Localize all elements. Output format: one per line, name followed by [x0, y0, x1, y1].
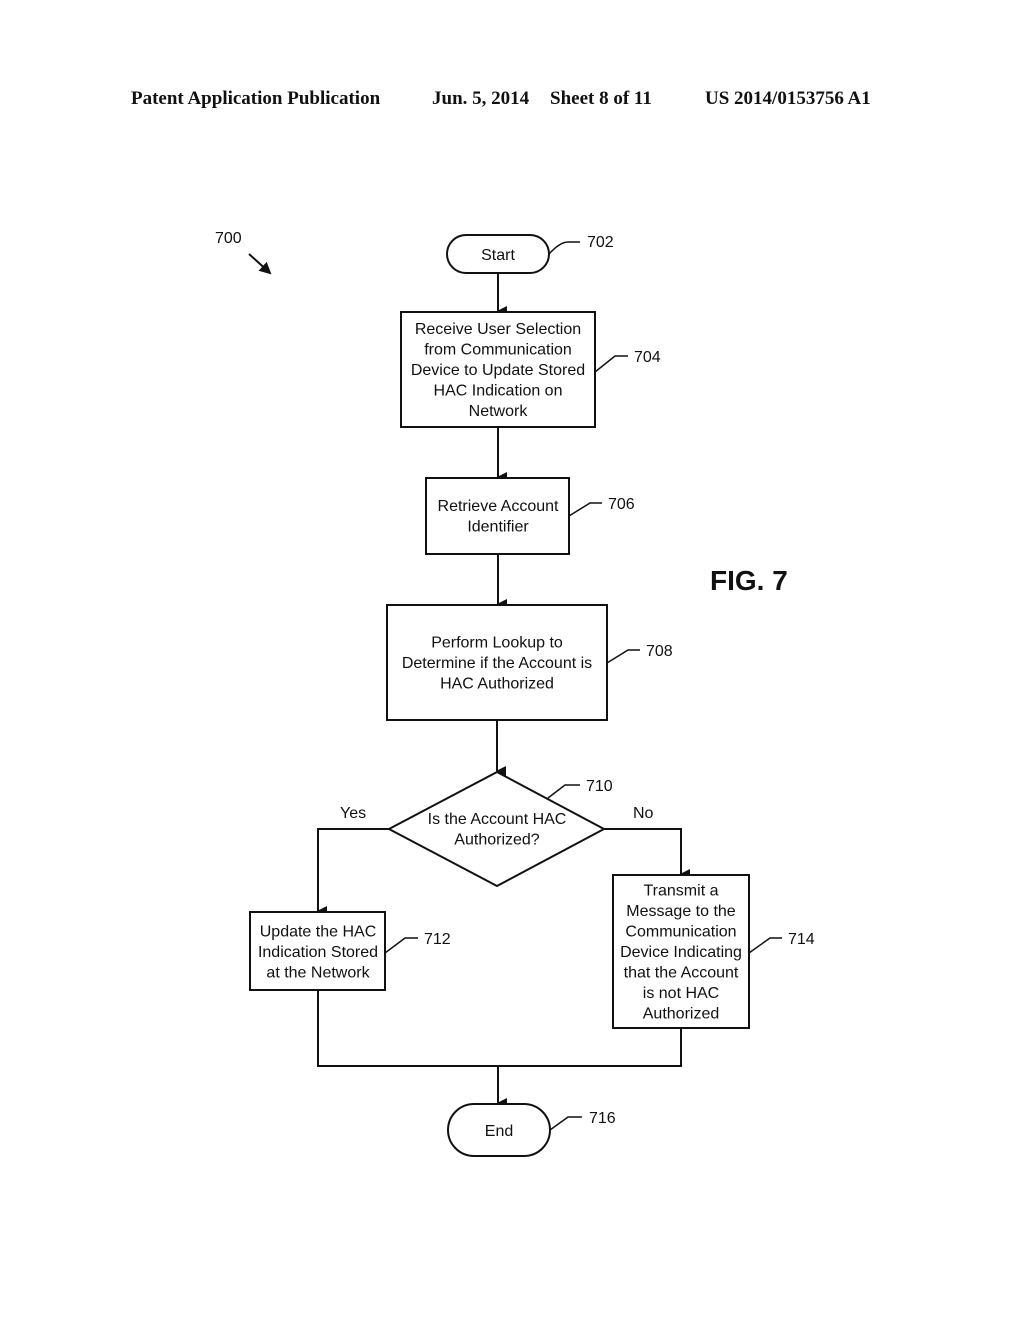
- leader-702: [548, 241, 580, 255]
- leader-704: [594, 355, 628, 373]
- decision-shape: [386, 770, 607, 888]
- box-706: [425, 477, 570, 555]
- process-box-708: Perform Lookup to Determine if the Accoun…: [386, 604, 608, 721]
- label-line: Network: [469, 403, 529, 420]
- end-terminal: End: [447, 1103, 551, 1157]
- ref-714: 714: [788, 931, 815, 948]
- label-line: Message to the: [626, 903, 736, 920]
- decision-710: Is the Account HAC Authorized?: [386, 770, 607, 888]
- leader-710: [547, 784, 580, 799]
- label-line: Is the Account HAC: [428, 811, 567, 828]
- label-line: is not HAC: [643, 985, 719, 1002]
- label-line: that the Account: [624, 965, 739, 982]
- leader-714: [748, 937, 782, 954]
- process-box-714: Transmit a Message to the Communication Dev…: [612, 874, 750, 1029]
- leader-708: [606, 649, 640, 664]
- label-line: Perform Lookup to: [431, 635, 563, 652]
- label-line: from Communication: [424, 342, 572, 359]
- process-box-712: Update the HAC Indication Stored at the Ne…: [249, 911, 386, 991]
- label-line: at the Network: [266, 965, 370, 982]
- label-line: HAC Indication on: [434, 383, 563, 400]
- label-line: Retrieve Account: [438, 498, 560, 515]
- ref-702: 702: [587, 234, 614, 251]
- label-line: Indication Stored: [258, 944, 378, 961]
- ref-706: 706: [608, 496, 635, 513]
- label-line: End: [485, 1123, 513, 1140]
- arrow-710-712: [317, 828, 389, 916]
- figure-ref-arrow: [248, 253, 272, 275]
- end-label: End: [485, 1123, 513, 1140]
- label-line: Receive User Selection: [415, 321, 581, 338]
- start-terminal: Start: [446, 234, 550, 274]
- label-line: Transmit a: [644, 883, 719, 900]
- flowchart: 700 FIG. 7 Start 702 Receive User Select…: [215, 230, 815, 1157]
- process-box-704: Receive User Selection from Communication…: [400, 311, 596, 428]
- leader-706: [568, 502, 602, 517]
- label-line: Authorized?: [454, 831, 539, 848]
- label-line: Determine if the Account is: [402, 655, 592, 672]
- label-line: Device Indicating: [620, 944, 742, 961]
- no-branch-label: No: [633, 805, 654, 822]
- arrow-710-714: [604, 828, 690, 879]
- label-line: Authorized: [643, 1006, 720, 1023]
- yes-branch-label: Yes: [340, 805, 366, 822]
- label-line: Communication: [625, 924, 736, 941]
- figure-ref-700: 700: [215, 230, 242, 247]
- start-label: Start: [481, 247, 515, 264]
- figure-label: FIG. 7: [710, 565, 788, 596]
- ref-710: 710: [586, 778, 613, 795]
- process-box-706: Retrieve Account Identifier: [425, 477, 570, 555]
- label-line: HAC Authorized: [440, 676, 554, 693]
- label-line: Device to Update Stored: [411, 362, 585, 379]
- ref-708: 708: [646, 643, 673, 660]
- ref-712: 712: [424, 931, 451, 948]
- ref-716: 716: [589, 1110, 616, 1127]
- label-line: Identifier: [467, 518, 529, 535]
- ref-704: 704: [634, 349, 661, 366]
- label-line: Update the HAC: [260, 924, 377, 941]
- box-712-label: Update the HAC Indication Stored at the Ne…: [258, 924, 378, 982]
- leader-712: [384, 937, 418, 954]
- leader-716: [549, 1116, 582, 1131]
- label-line: Start: [481, 247, 515, 264]
